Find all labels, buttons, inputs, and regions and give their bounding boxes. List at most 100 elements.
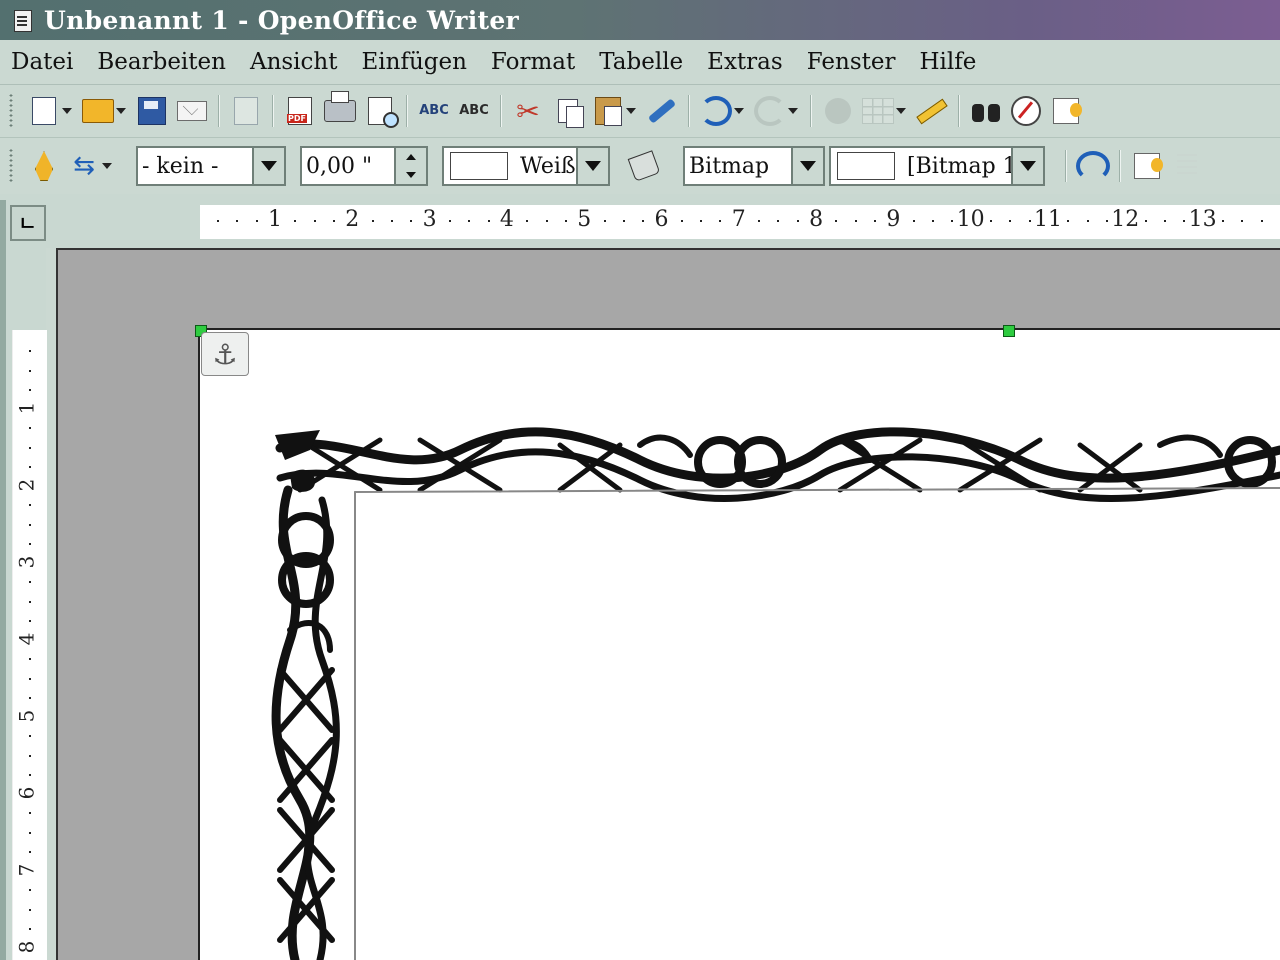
area-style-select[interactable]: Bitmap <box>683 146 825 186</box>
line-width-field[interactable]: 0,00 " <box>300 146 428 186</box>
ruler-tick <box>29 831 31 834</box>
chevron-down-icon[interactable] <box>252 148 284 184</box>
paste-dropdown-arrow[interactable] <box>626 108 636 114</box>
ruler-number: 4 <box>14 632 39 646</box>
tab-type-button[interactable]: ∟ <box>10 205 46 241</box>
arrow-style-dropdown-arrow[interactable] <box>102 163 112 169</box>
table-dropdown-arrow[interactable] <box>896 108 906 114</box>
line-color-select[interactable]: Weiß <box>442 146 610 186</box>
print-icon[interactable] <box>323 91 357 128</box>
vertical-ruler[interactable]: 1 2 3 4 5 6 7 8 <box>12 330 47 960</box>
ruler-number: 2 <box>345 207 360 232</box>
wrap-icon[interactable] <box>1076 149 1110 183</box>
clone-format-icon[interactable] <box>645 94 679 128</box>
arrow-style-icon[interactable]: ⇆ <box>67 149 101 183</box>
ruler-tick <box>680 220 683 222</box>
ruler-tick <box>29 504 31 507</box>
menu-datei[interactable]: Datei <box>11 49 73 75</box>
gallery-icon[interactable] <box>1049 94 1083 128</box>
email-icon[interactable] <box>175 94 209 128</box>
toolbar-grip[interactable] <box>8 93 14 129</box>
document-properties-icon[interactable] <box>27 94 61 128</box>
autospellcheck-icon[interactable]: ABC <box>457 94 491 128</box>
ruler-number: 11 <box>1034 207 1062 232</box>
area-fill-icon[interactable] <box>627 149 661 183</box>
ruler-tick <box>1067 220 1070 222</box>
spellcheck-icon[interactable]: ABC <box>417 94 451 128</box>
redo-dropdown-arrow[interactable] <box>788 108 798 114</box>
undo-icon[interactable] <box>699 94 733 128</box>
horizontal-ruler[interactable]: 1 2 3 4 5 6 7 8 9 10 11 12 13 <box>200 205 1280 239</box>
navigator-icon[interactable] <box>1009 94 1043 128</box>
anchor-icon[interactable]: ⚓ <box>201 332 249 376</box>
ruler-tick <box>1183 220 1186 222</box>
menu-hilfe[interactable]: Hilfe <box>919 49 976 75</box>
ruler-number: 6 <box>654 207 669 232</box>
redo-icon[interactable] <box>753 94 787 128</box>
ruler-tick <box>603 220 606 222</box>
menu-bearbeiten[interactable]: Bearbeiten <box>97 49 226 75</box>
chevron-down-icon[interactable] <box>576 148 608 184</box>
ruler-tick <box>217 220 220 222</box>
ruler-number: 5 <box>14 709 39 723</box>
ruler-number: 1 <box>14 401 39 415</box>
ruler-number: 8 <box>809 207 824 232</box>
menu-tabelle[interactable]: Tabelle <box>599 49 683 75</box>
ruler-tick <box>758 220 761 222</box>
tab-left-icon: ∟ <box>19 213 37 233</box>
frame-toolbar: ⇆ - kein - 0,00 " Weiß Bitmap [Bitmap 1] <box>0 138 1280 194</box>
toolbar-separator <box>218 95 220 127</box>
save-icon[interactable] <box>135 94 169 128</box>
title-bar: Unbenannt 1 - OpenOffice Writer <box>0 0 1280 40</box>
line-style-select[interactable]: - kein - <box>136 146 286 186</box>
open-dropdown-arrow[interactable] <box>116 108 126 114</box>
undo-dropdown-arrow[interactable] <box>734 108 744 114</box>
ruler-tick <box>854 220 857 222</box>
ruler-tick <box>1028 220 1031 222</box>
toolbar-separator <box>958 95 960 127</box>
line-icon[interactable] <box>27 149 61 183</box>
selection-handle-top-center[interactable] <box>1003 325 1015 337</box>
chevron-down-icon[interactable] <box>1011 148 1043 184</box>
ruler-tick <box>796 220 799 222</box>
menu-format[interactable]: Format <box>491 49 575 75</box>
line-width-spinner[interactable] <box>394 148 426 184</box>
ruler-tick <box>29 889 31 892</box>
page-preview-icon[interactable] <box>363 94 399 128</box>
ruler-tick <box>29 677 31 680</box>
cut-icon[interactable]: ✂ <box>511 94 545 128</box>
ruler-tick <box>951 220 954 222</box>
edit-file-icon[interactable] <box>229 94 263 128</box>
toolbar-grip[interactable] <box>8 148 14 184</box>
ruler-tick <box>719 220 722 222</box>
chevron-down-icon[interactable] <box>791 148 823 184</box>
celtic-border-image[interactable] <box>260 420 1280 960</box>
ruler-tick <box>29 427 31 430</box>
export-pdf-icon[interactable] <box>283 94 317 128</box>
ruler-tick <box>410 220 413 222</box>
open-folder-icon[interactable] <box>81 94 115 128</box>
menu-ansicht[interactable]: Ansicht <box>250 49 338 75</box>
ruler-number: 8 <box>14 940 39 954</box>
ruler-tick <box>564 220 567 222</box>
menu-fenster[interactable]: Fenster <box>807 49 896 75</box>
hyperlink-icon[interactable] <box>821 94 855 128</box>
left-edge-bar <box>0 200 6 960</box>
ruler-number: 12 <box>1111 207 1140 232</box>
copy-icon[interactable] <box>551 94 585 128</box>
new-dropdown-arrow[interactable] <box>62 108 72 114</box>
paste-icon[interactable] <box>591 94 625 128</box>
draw-functions-icon[interactable] <box>915 94 949 128</box>
find-replace-icon[interactable] <box>969 94 1003 128</box>
bitmap-select[interactable]: [Bitmap 1] <box>829 146 1045 186</box>
standard-toolbar: ABC ABC ✂ <box>0 85 1280 138</box>
menu-extras[interactable]: Extras <box>707 49 783 75</box>
ruler-tick <box>29 369 31 372</box>
ruler-tick <box>29 735 31 738</box>
frame-icon[interactable] <box>1130 149 1164 183</box>
paragraph-icon[interactable] <box>1170 149 1204 183</box>
menu-einfuegen[interactable]: Einfügen <box>361 49 466 75</box>
line-color-swatch <box>450 152 508 180</box>
ruler-tick <box>1086 220 1089 222</box>
table-icon[interactable] <box>861 94 895 128</box>
